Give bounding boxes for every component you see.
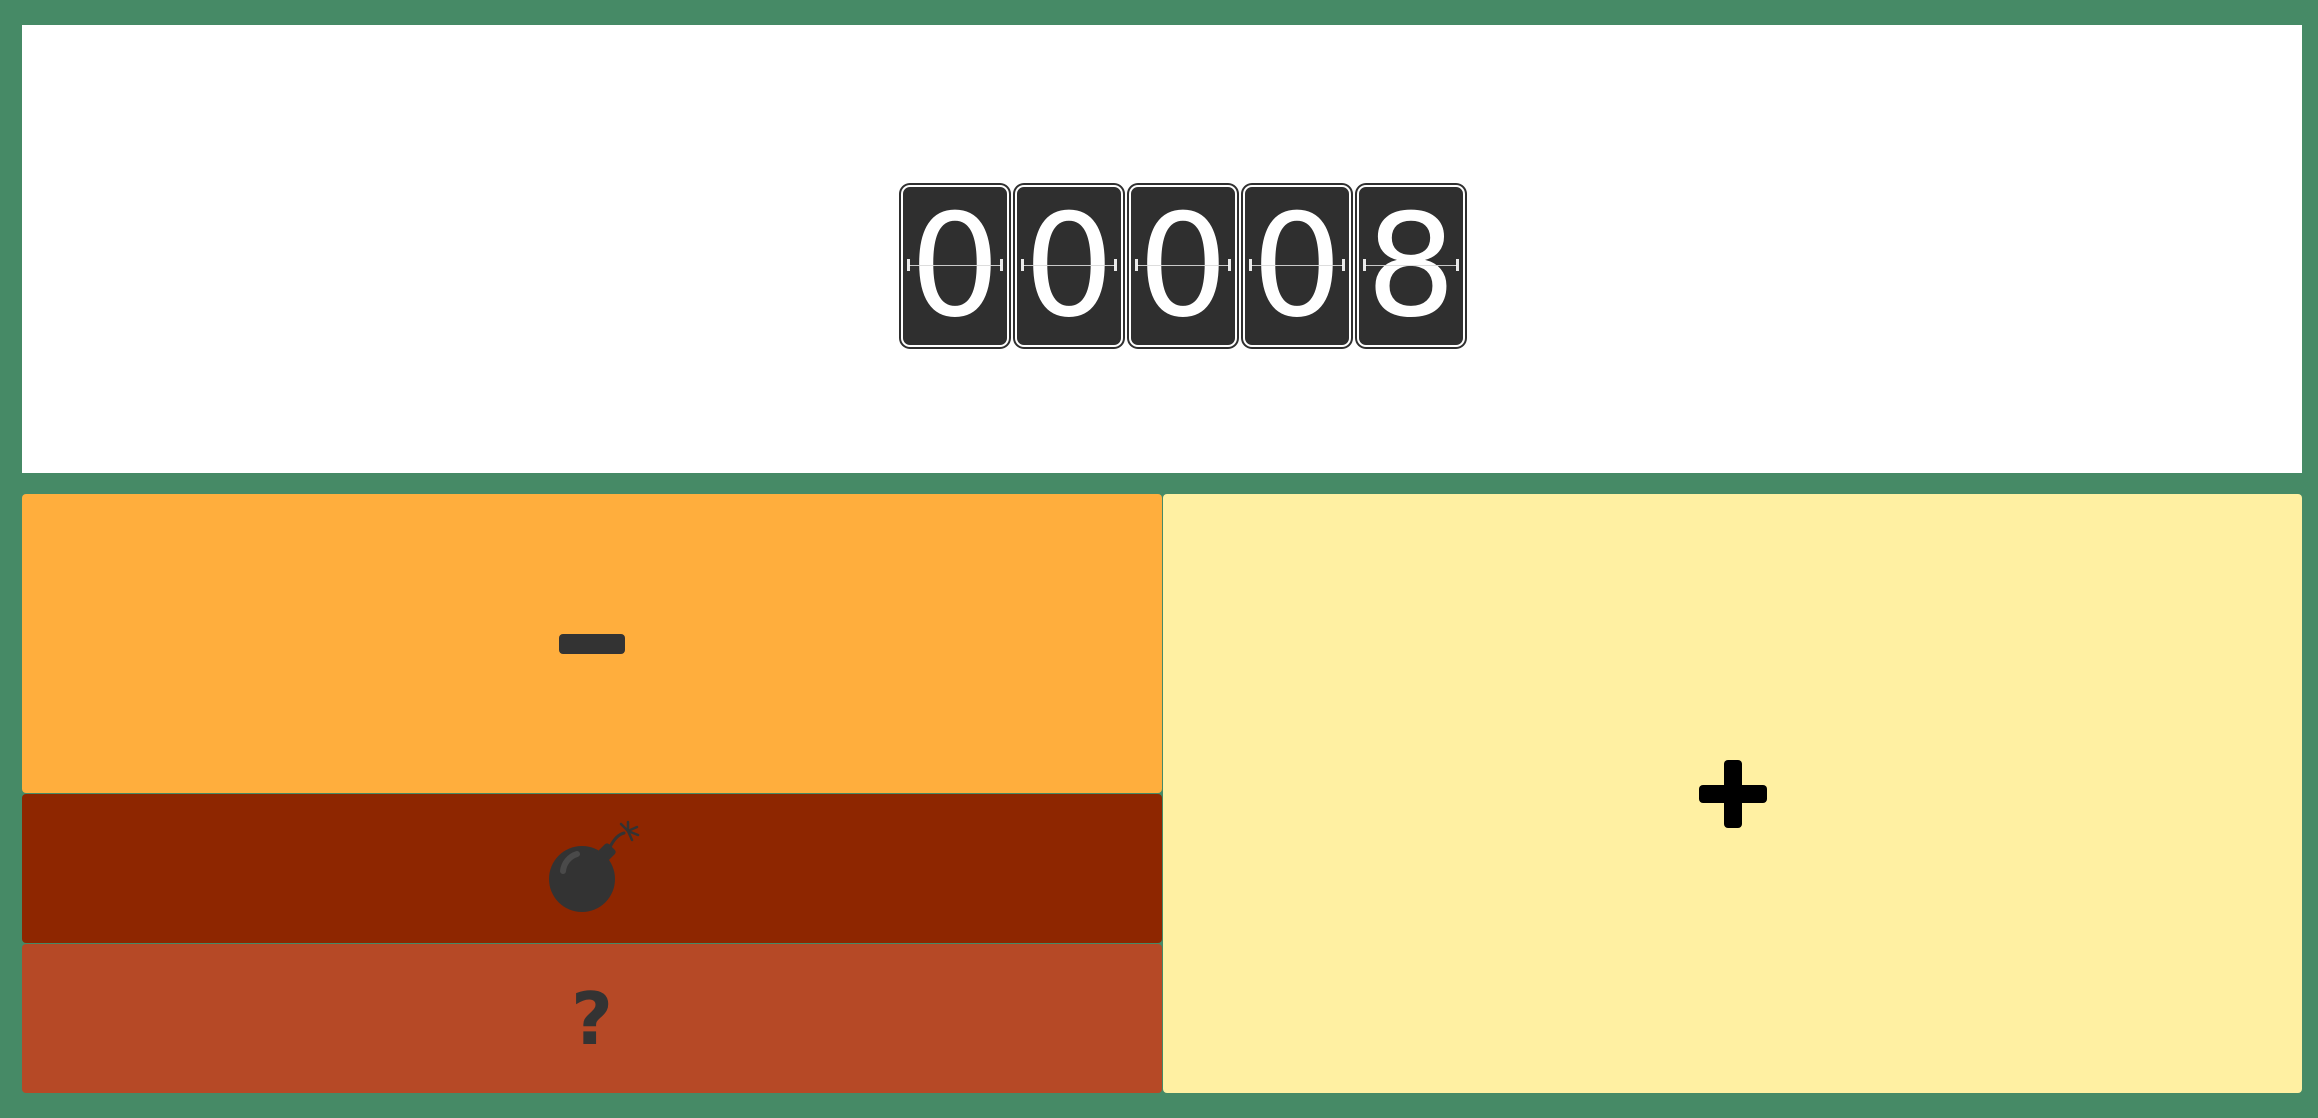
counter-display: 0 0 0 0 8	[22, 25, 2302, 473]
flip-counter: 0 0 0 0 8	[903, 187, 1463, 345]
counter-digit: 8	[1359, 187, 1463, 345]
counter-digit: 0	[903, 187, 1007, 345]
plus-icon	[1698, 759, 1767, 828]
bomb-icon	[549, 820, 640, 912]
help-button[interactable]: ?	[22, 944, 1162, 1093]
minus-icon	[559, 633, 625, 654]
decrement-button[interactable]	[22, 494, 1162, 793]
counter-digit: 0	[1017, 187, 1121, 345]
reset-bomb-button[interactable]	[22, 794, 1162, 943]
counter-digit: 0	[1245, 187, 1349, 345]
counter-digit: 0	[1131, 187, 1235, 345]
question-mark-icon: ?	[571, 976, 613, 1061]
increment-button[interactable]	[1163, 494, 2302, 1093]
